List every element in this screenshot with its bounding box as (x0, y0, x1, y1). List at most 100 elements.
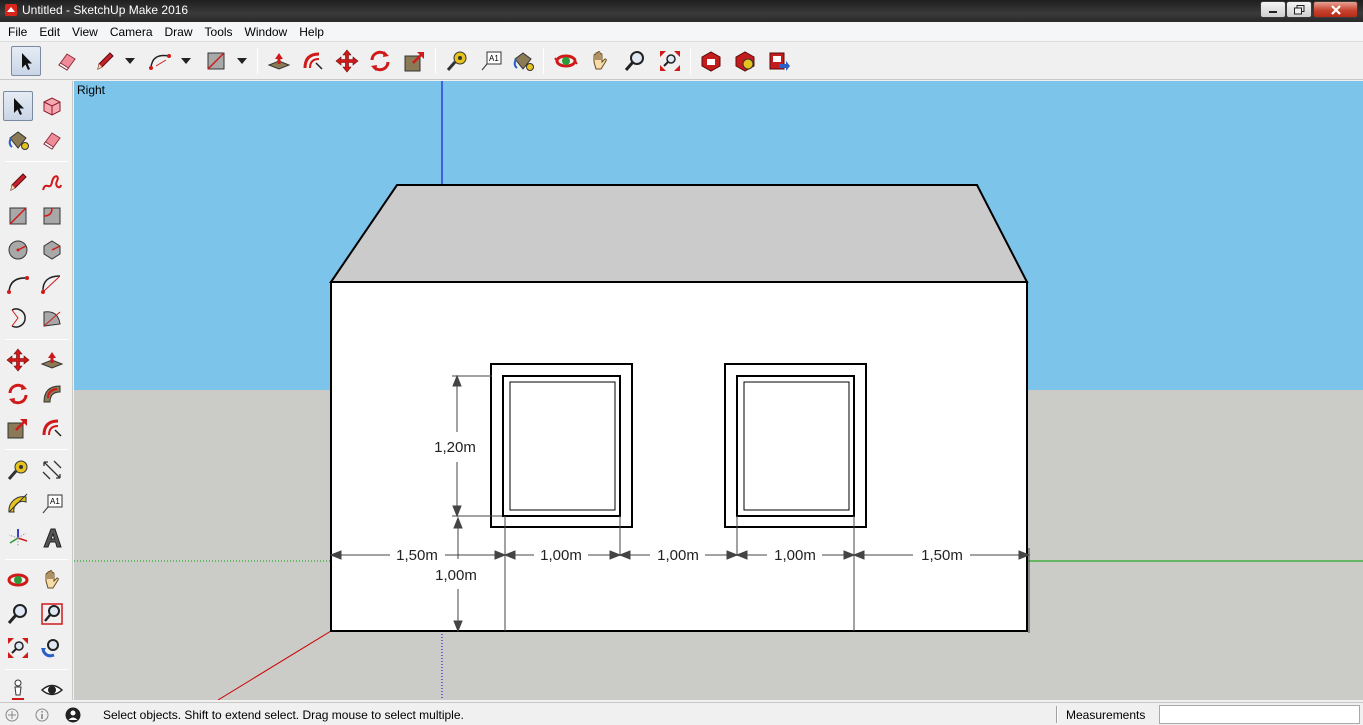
circle-left-button[interactable] (3, 235, 33, 265)
zoom-window-left-button[interactable] (37, 599, 67, 629)
line-tool-dropdown[interactable] (124, 56, 136, 66)
push-pull-left-button[interactable] (37, 345, 67, 375)
scale-icon (404, 52, 424, 72)
geolocation-button[interactable] (4, 707, 20, 723)
minimize-icon (1269, 10, 1277, 13)
arc-tool-button[interactable] (145, 46, 175, 76)
look-around-left-button[interactable] (37, 675, 67, 705)
rotate-left-button[interactable] (3, 379, 33, 409)
menu-tools[interactable]: Tools (199, 22, 239, 42)
restore-button[interactable] (1286, 1, 1312, 18)
zoom-extents-left-button[interactable] (3, 633, 33, 663)
paint-bucket-left-button[interactable] (3, 125, 33, 155)
toolbar-separator (5, 161, 68, 162)
3d-text-left-button[interactable] (37, 523, 67, 553)
status-message: Select objects. Shift to extend select. … (103, 708, 464, 722)
eraser-tool-button[interactable] (52, 46, 82, 76)
zoom-extents-tool-button[interactable] (655, 46, 685, 76)
push-pull-tool-button[interactable] (264, 46, 294, 76)
rectangle-tool-button[interactable] (201, 46, 231, 76)
window-title: Untitled - SketchUp Make 2016 (22, 3, 189, 17)
arc-tool-dropdown[interactable] (180, 56, 192, 66)
credits-button[interactable] (34, 707, 50, 723)
make-component-button[interactable] (37, 91, 67, 121)
menu-camera[interactable]: Camera (104, 22, 159, 42)
rotate-tool-button[interactable] (365, 46, 395, 76)
warehouse-tool-button[interactable] (696, 46, 726, 76)
move-icon (6, 348, 30, 372)
toolbar-separator (690, 48, 691, 74)
drawing-viewport[interactable]: 1,20m 1,00m 1,50m 1,00m 1,00m 1,00m 1,50… (74, 81, 1363, 700)
close-button[interactable] (1313, 1, 1358, 18)
orbit-left-button[interactable] (3, 565, 33, 595)
axes-left-button[interactable] (3, 523, 33, 553)
three-point-arc-left-button[interactable] (3, 303, 33, 333)
arc-icon (149, 54, 171, 70)
pan-left-button[interactable] (37, 565, 67, 595)
paint-bucket-icon (513, 52, 534, 71)
info-icon (35, 708, 49, 722)
menu-view[interactable]: View (66, 22, 104, 42)
zoom-left-button[interactable] (3, 599, 33, 629)
rectangle-left-button[interactable] (3, 201, 33, 231)
scene-view-label: Right (77, 83, 106, 97)
rotated-rectangle-left-button[interactable] (37, 201, 67, 231)
measurements-input[interactable] (1159, 705, 1360, 724)
zoom-tool-button[interactable] (620, 46, 650, 76)
scale-left-button[interactable] (3, 413, 33, 443)
tape-measure-tool-button[interactable] (442, 46, 472, 76)
eraser-icon (43, 132, 61, 150)
dimension-icon (42, 460, 62, 480)
toolbar-separator (257, 48, 258, 74)
text-left-button[interactable]: A1 (37, 489, 67, 519)
sign-in-button[interactable] (65, 707, 81, 723)
arc-left-button[interactable] (3, 269, 33, 299)
share-model-tool-button[interactable] (764, 46, 794, 76)
follow-me-left-button[interactable] (37, 379, 67, 409)
menu-file[interactable]: File (2, 22, 33, 42)
toolbar-separator (5, 339, 68, 340)
protractor-left-button[interactable] (3, 489, 33, 519)
scale-tool-button[interactable] (400, 46, 430, 76)
select-tool-left-button[interactable] (3, 91, 33, 121)
rectangle-tool-dropdown[interactable] (236, 56, 248, 66)
orbit-tool-button[interactable] (551, 46, 581, 76)
svg-text:A1: A1 (50, 497, 60, 506)
menu-help[interactable]: Help (293, 22, 330, 42)
text-tool-button[interactable]: A1 (476, 46, 506, 76)
zoom-extents-icon (8, 638, 28, 658)
freehand-icon (42, 175, 62, 191)
tape-measure-left-button[interactable] (3, 455, 33, 485)
extension-warehouse-tool-button[interactable] (730, 46, 760, 76)
pencil-icon (97, 52, 114, 70)
two-point-arc-left-button[interactable] (37, 269, 67, 299)
move-left-button[interactable] (3, 345, 33, 375)
restore-icon (1293, 4, 1304, 14)
eraser-icon (58, 53, 76, 71)
offset-tool-button[interactable] (298, 46, 328, 76)
position-camera-icon (12, 679, 24, 700)
move-tool-button[interactable] (332, 46, 362, 76)
offset-left-button[interactable] (37, 413, 67, 443)
select-tool-button[interactable] (11, 46, 41, 76)
push-pull-icon (40, 352, 64, 369)
polygon-left-button[interactable] (37, 235, 67, 265)
line-left-button[interactable] (3, 167, 33, 197)
line-tool-button[interactable] (90, 46, 120, 76)
hand-icon (45, 570, 59, 589)
menu-window[interactable]: Window (239, 22, 294, 42)
pan-tool-button[interactable] (585, 46, 615, 76)
position-camera-left-button[interactable] (3, 675, 33, 705)
rotate-icon (8, 383, 28, 405)
freehand-left-button[interactable] (37, 167, 67, 197)
eraser-left-button[interactable] (37, 125, 67, 155)
pie-left-button[interactable] (37, 303, 67, 333)
dim-window2-width-text: 1,00m (774, 547, 816, 564)
menu-edit[interactable]: Edit (33, 22, 66, 42)
main-toolbar: A1 (0, 42, 1363, 80)
menu-draw[interactable]: Draw (159, 22, 199, 42)
paint-bucket-tool-button[interactable] (508, 46, 538, 76)
minimize-button[interactable] (1260, 1, 1286, 18)
previous-view-left-button[interactable] (37, 633, 67, 663)
dimension-left-button[interactable] (37, 455, 67, 485)
